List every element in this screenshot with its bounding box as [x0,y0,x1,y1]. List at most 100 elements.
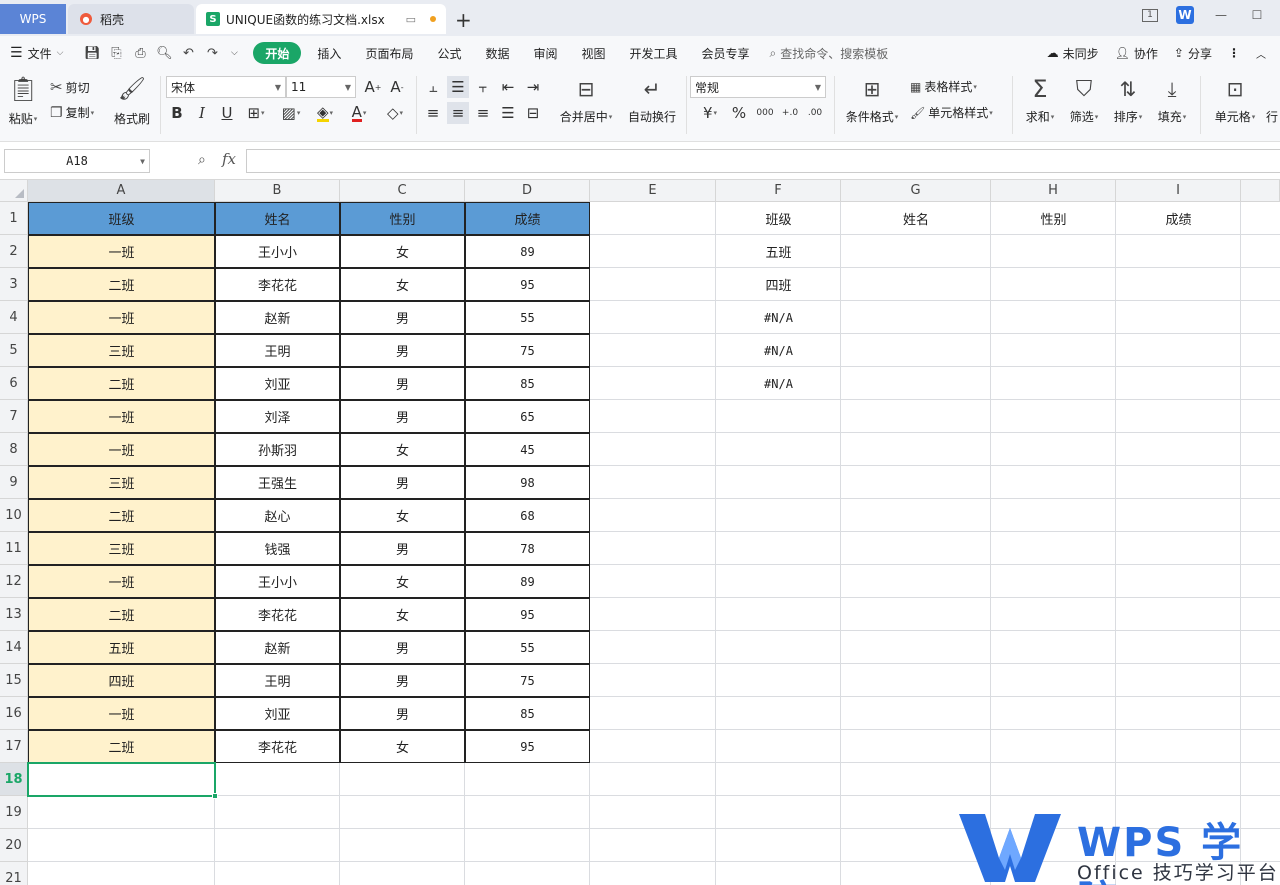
align-middle-icon[interactable]: ☰ [447,76,469,98]
table-cell[interactable]: 三班 [28,466,215,499]
column-header-d[interactable]: D [465,180,590,202]
column-header-f[interactable]: F [716,180,841,202]
align-bottom-icon[interactable]: ⫟ [472,76,494,98]
table-cell[interactable]: 75 [465,664,590,697]
decrease-font-icon[interactable]: A- [386,76,408,98]
result-class-cell[interactable]: #N/A [716,334,841,367]
increase-font-icon[interactable]: A + [362,76,384,98]
column-header-b[interactable]: B [215,180,340,202]
row-header-13[interactable]: 13 [0,598,28,631]
row-header-20[interactable]: 20 [0,829,28,862]
row-header-7[interactable]: 7 [0,400,28,433]
table-cell[interactable]: 89 [465,565,590,598]
minimize-icon[interactable]: — [1212,6,1230,24]
table-cell[interactable]: 89 [465,235,590,268]
redo-icon[interactable]: ↷ [203,44,221,62]
table-cell[interactable]: 钱强 [215,532,340,565]
table-cell[interactable]: 赵新 [215,301,340,334]
table-cell[interactable]: 王明 [215,664,340,697]
table-cell[interactable]: 二班 [28,598,215,631]
tab-data[interactable]: 数据 [473,41,521,65]
sync-button[interactable]: ☁ 未同步 [1047,45,1099,62]
table-cell[interactable]: 赵新 [215,631,340,664]
result-header-cell[interactable]: 成绩 [1116,202,1241,235]
row-header-21[interactable]: 21 [0,862,28,885]
row-header-1[interactable]: 1 [0,202,28,235]
table-cell[interactable]: 75 [465,334,590,367]
collapse-ribbon-icon[interactable]: ︿ [1256,46,1266,61]
table-cell[interactable]: 男 [340,532,465,565]
row-header-3[interactable]: 3 [0,268,28,301]
percent-button[interactable]: % [728,102,750,124]
more-options-icon[interactable]: ⋮ [1228,46,1240,60]
tab-review[interactable]: 审阅 [521,41,569,65]
auto-wrap-button[interactable]: ↵ 自动换行 [626,76,678,125]
table-cell[interactable]: 98 [465,466,590,499]
row-header-9[interactable]: 9 [0,466,28,499]
file-menu[interactable]: ☰ 文件 ⌵ [0,41,75,65]
table-cell[interactable]: 男 [340,697,465,730]
format-painter-button[interactable]: 🖌︎ 格式刷 [112,74,152,127]
table-cell[interactable]: 一班 [28,433,215,466]
command-search[interactable]: ⌕ 查找命令、搜索模板 [770,45,889,62]
column-header-h[interactable]: H [991,180,1116,202]
result-header-cell[interactable]: 姓名 [841,202,991,235]
table-cell[interactable]: 三班 [28,532,215,565]
result-header-cell[interactable]: 班级 [716,202,841,235]
sort-button[interactable]: ⇅ 排序 ▾ [1110,74,1146,125]
font-color-icon[interactable]: A ▾ [344,102,374,124]
decrease-indent-icon[interactable]: ⇤ [497,76,519,98]
maximize-icon[interactable]: ☐ [1248,6,1266,24]
table-style-button[interactable]: ▦ 表格样式 ▾ [910,78,977,95]
table-cell[interactable]: 王强生 [215,466,340,499]
insert-function-button[interactable]: fx [222,150,236,168]
table-cell[interactable]: 二班 [28,367,215,400]
table-cell[interactable]: 85 [465,367,590,400]
table-cell[interactable]: 65 [465,400,590,433]
table-cell[interactable]: 一班 [28,697,215,730]
result-class-cell[interactable]: 四班 [716,268,841,301]
table-cell[interactable]: 李花花 [215,598,340,631]
row-header-19[interactable]: 19 [0,796,28,829]
table-cell[interactable]: 95 [465,268,590,301]
column-header-i[interactable]: I [1116,180,1241,202]
table-cell[interactable]: 赵心 [215,499,340,532]
formula-input[interactable] [246,149,1280,173]
table-cell[interactable]: 95 [465,730,590,763]
merge-center-button[interactable]: ⊟ 合并居中 ▾ [556,76,616,125]
cell-style-button[interactable]: 🖌︎ 单元格样式 ▾ [910,104,993,121]
table-cell[interactable]: 55 [465,301,590,334]
table-cell[interactable]: 刘泽 [215,400,340,433]
table-cell[interactable]: 二班 [28,730,215,763]
row-column-button[interactable]: 行 [1266,108,1278,125]
table-header-cell[interactable]: 姓名 [215,202,340,235]
fill-handle[interactable] [212,793,218,799]
font-size-select[interactable]: 11 ▼ [286,76,356,98]
tab-daoke[interactable]: ● 稻壳 [68,4,194,34]
table-cell[interactable]: 三班 [28,334,215,367]
row-header-6[interactable]: 6 [0,367,28,400]
currency-button[interactable]: ¥ ▾ [696,102,724,124]
table-cell[interactable]: 王小小 [215,565,340,598]
conditional-format-button[interactable]: ⊞ 条件格式 ▾ [842,76,902,125]
result-class-cell[interactable]: 五班 [716,235,841,268]
row-header-15[interactable]: 15 [0,664,28,697]
result-header-cell[interactable]: 性别 [991,202,1116,235]
column-header-e[interactable]: E [590,180,716,202]
row-header-8[interactable]: 8 [0,433,28,466]
paste-button[interactable]: 📋︎ 粘贴 ▾ [6,74,40,127]
filter-button[interactable]: ⛉ 筛选 ▾ [1066,74,1102,125]
table-cell[interactable]: 女 [340,730,465,763]
row-header-4[interactable]: 4 [0,301,28,334]
align-right-icon[interactable]: ≡ [472,102,494,124]
zoom-search-icon[interactable]: ⌕ [198,152,206,168]
active-cell-a18[interactable] [27,762,218,799]
row-header-11[interactable]: 11 [0,532,28,565]
print-preview-icon[interactable]: 🔍︎ [155,44,173,62]
cell-button[interactable]: ⊡ 单元格 ▾ [1210,74,1260,125]
row-header-5[interactable]: 5 [0,334,28,367]
tab-member[interactable]: 会员专享 [690,41,762,65]
border-icon[interactable]: ⊞ ▾ [242,102,270,124]
table-cell[interactable]: 男 [340,367,465,400]
fill-color-icon[interactable]: ◈ ▾ [310,102,340,124]
